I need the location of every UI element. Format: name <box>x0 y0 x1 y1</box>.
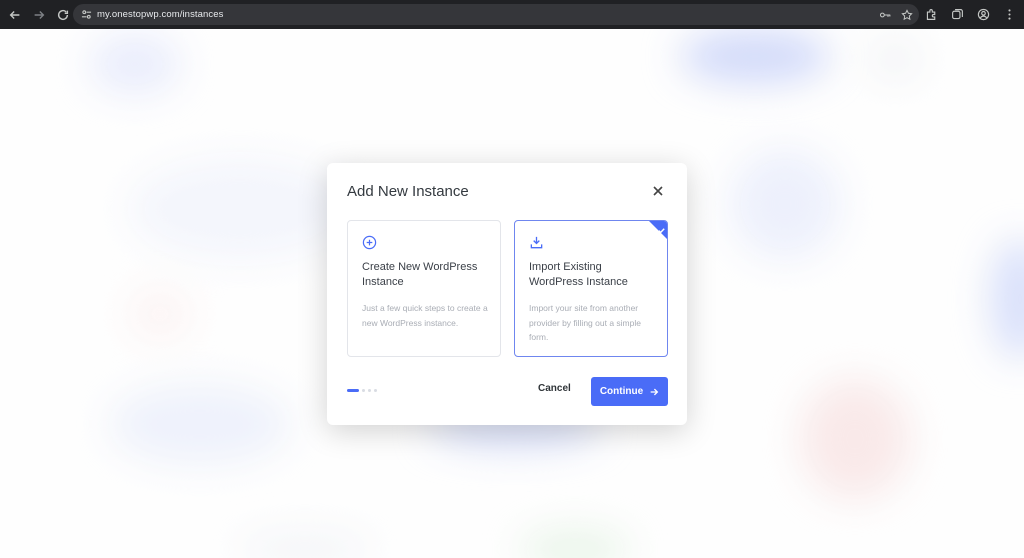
extensions-icon[interactable] <box>922 6 940 24</box>
continue-label: Continue <box>599 386 644 397</box>
site-info-icon[interactable] <box>77 6 95 24</box>
tab-search-icon[interactable] <box>948 6 966 24</box>
step-dot <box>374 389 377 392</box>
back-icon[interactable] <box>4 4 26 26</box>
step-dot <box>368 389 371 392</box>
forward-icon[interactable] <box>28 4 50 26</box>
import-existing-instance-option[interactable]: Import Existing WordPress Instance Impor… <box>514 220 668 357</box>
step-dot <box>362 389 365 392</box>
download-icon <box>529 235 544 250</box>
cancel-button[interactable]: Cancel <box>538 383 571 394</box>
add-instance-dialog: Add New Instance Create New WordPress In… <box>327 163 687 425</box>
close-icon[interactable] <box>651 184 665 198</box>
checkmark-icon <box>657 222 666 234</box>
plus-circle-icon <box>362 235 377 250</box>
password-key-icon[interactable] <box>877 7 893 23</box>
browser-toolbar: my.onestopwp.com/instances <box>0 0 1024 29</box>
arrow-right-icon <box>650 388 659 395</box>
menu-icon[interactable] <box>1000 6 1018 24</box>
address-bar[interactable]: my.onestopwp.com/instances <box>73 4 919 25</box>
step-dot-active <box>347 389 359 392</box>
url-text[interactable]: my.onestopwp.com/instances <box>97 9 224 20</box>
step-indicator <box>347 389 377 392</box>
create-new-instance-option[interactable]: Create New WordPress Instance Just a few… <box>347 220 501 357</box>
bookmark-star-icon[interactable] <box>899 7 915 23</box>
dialog-title: Add New Instance <box>347 183 469 200</box>
option-title: Import Existing WordPress Instance <box>529 261 628 288</box>
option-title: Create New WordPress Instance <box>362 261 478 288</box>
continue-button[interactable]: Continue <box>591 377 668 406</box>
option-description: Import your site from another provider b… <box>529 303 641 342</box>
option-description: Just a few quick steps to create a new W… <box>362 303 488 328</box>
profile-icon[interactable] <box>974 6 992 24</box>
reload-icon[interactable] <box>52 4 74 26</box>
